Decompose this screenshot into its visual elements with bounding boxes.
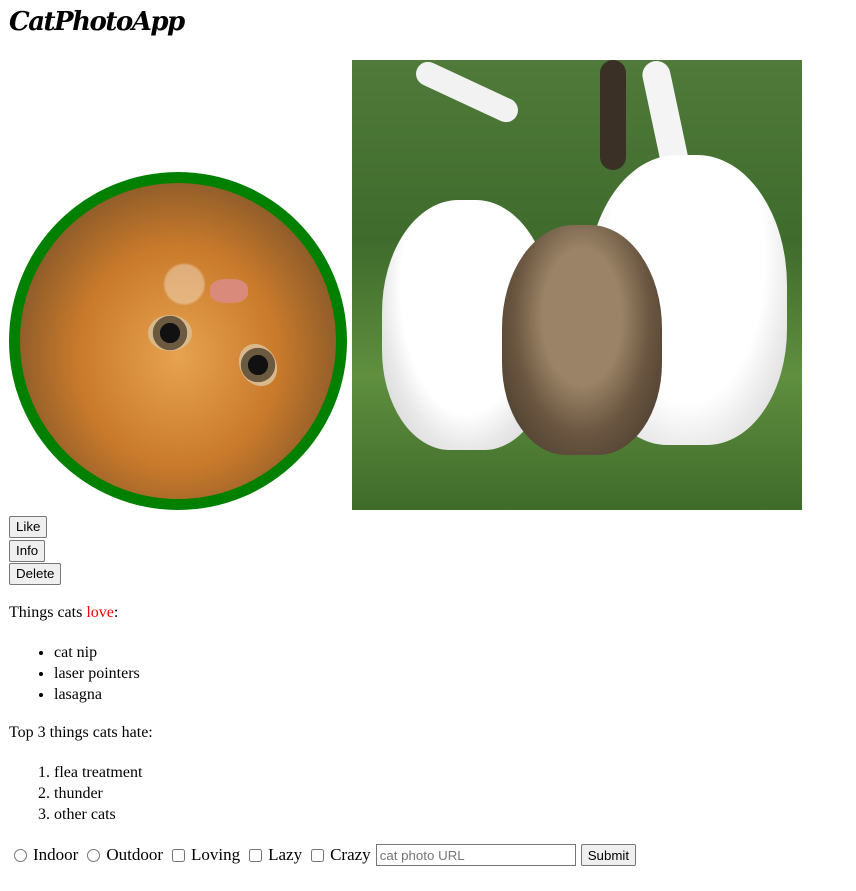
lazy-option[interactable]: Lazy — [244, 845, 302, 865]
cat-photo-url-input[interactable] — [375, 844, 576, 866]
crazy-checkbox[interactable] — [311, 848, 325, 862]
kittens-photo[interactable] — [352, 60, 802, 510]
indoor-option[interactable]: Indoor — [9, 845, 78, 865]
list-item: flea treatment — [54, 762, 142, 783]
loving-option[interactable]: Loving — [167, 845, 240, 865]
love-list: cat nip laser pointers lasagna — [14, 642, 140, 705]
kitten-middle — [502, 225, 662, 455]
app-title: CatPhotoApp — [9, 7, 185, 37]
list-item: thunder — [54, 783, 142, 804]
list-item: lasagna — [54, 684, 140, 705]
list-item: laser pointers — [54, 663, 140, 684]
love-highlight: love — [86, 604, 114, 621]
crazy-option[interactable]: Crazy — [306, 845, 371, 865]
relaxing-cat-photo — [20, 183, 336, 499]
list-item: other cats — [54, 804, 142, 825]
relaxing-cat-photo-frame[interactable] — [9, 172, 347, 510]
hate-heading: Top 3 things cats hate: — [9, 724, 153, 741]
outdoor-radio[interactable] — [87, 848, 101, 862]
lazy-checkbox[interactable] — [249, 848, 263, 862]
cat-photo-app-page: CatPhotoApp Like Info Delete Things cats… — [0, 0, 856, 891]
submit-button[interactable]: Submit — [580, 844, 637, 866]
love-heading: Things cats love: — [9, 604, 119, 621]
outdoor-option[interactable]: Outdoor — [82, 845, 163, 865]
list-item: cat nip — [54, 642, 140, 663]
hate-list: flea treatment thunder other cats — [14, 762, 142, 825]
info-button[interactable]: Info — [9, 540, 46, 562]
cat-photo-form: Indoor Outdoor Loving Lazy Crazy Submit — [9, 843, 637, 867]
delete-button[interactable]: Delete — [9, 563, 62, 585]
loving-checkbox[interactable] — [172, 848, 185, 862]
indoor-radio[interactable] — [14, 848, 27, 862]
like-button[interactable]: Like — [9, 516, 48, 538]
